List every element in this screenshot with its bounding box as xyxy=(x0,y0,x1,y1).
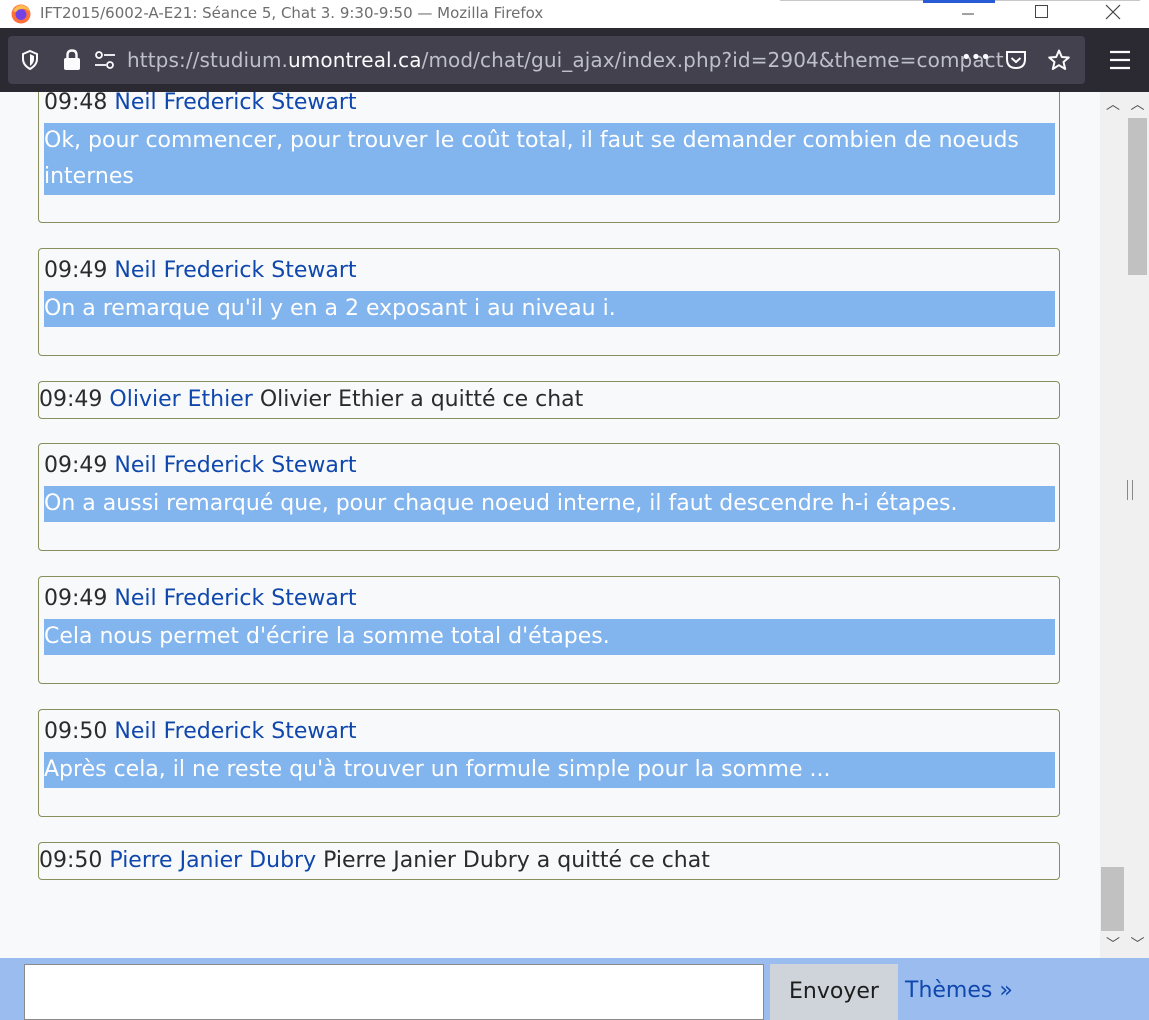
message-username[interactable]: Olivier Ethier xyxy=(109,387,252,412)
message-header: 09:49 Neil Frederick Stewart xyxy=(44,258,357,283)
send-button[interactable]: Envoyer xyxy=(770,964,898,1020)
scroll-down-arrow-icon[interactable]: ﹀ xyxy=(1100,934,1126,954)
page-scrollbar-thumb[interactable] xyxy=(1128,118,1147,275)
hamburger-menu-icon[interactable] xyxy=(1106,48,1134,72)
message-text: Cela nous permet d'écrire la somme total… xyxy=(44,619,1055,655)
url-bar[interactable]: https://studium.umontreal.ca/mod/chat/gu… xyxy=(8,36,1085,84)
scroll-up-arrow-icon[interactable]: ︿ xyxy=(1100,94,1126,114)
message-header: 09:49 Neil Frederick Stewart xyxy=(44,586,357,611)
message-text: Après cela, il ne reste qu'à trouver un … xyxy=(44,752,1055,788)
message-header: 09:48 Neil Frederick Stewart xyxy=(44,92,357,115)
message-text: On a aussi remarqué que, pour chaque noe… xyxy=(44,486,1055,522)
message-username[interactable]: Neil Frederick Stewart xyxy=(114,92,356,115)
url-domain: umontreal.ca xyxy=(288,48,422,72)
message-time: 09:49 xyxy=(44,586,108,611)
navigation-toolbar: https://studium.umontreal.ca/mod/chat/gu… xyxy=(0,28,1149,92)
message-username[interactable]: Pierre Janier Dubry xyxy=(109,848,316,873)
url-prefix: https://studium. xyxy=(127,48,288,72)
system-text: Pierre Janier Dubry a quitté ce chat xyxy=(323,848,710,873)
message-username[interactable]: Neil Frederick Stewart xyxy=(114,586,356,611)
permissions-icon[interactable] xyxy=(93,48,117,72)
message-input[interactable] xyxy=(24,964,764,1020)
message-username[interactable]: Neil Frederick Stewart xyxy=(114,258,356,283)
message-time: 09:49 xyxy=(44,258,108,283)
message-time: 09:50 xyxy=(39,848,103,873)
chat-message: 09:49 Neil Frederick Stewart On a remarq… xyxy=(38,248,1060,356)
chat-messages-area[interactable]: 09:48 Neil Frederick Stewart Ok, pour co… xyxy=(0,92,1100,958)
window-title-bar: IFT2015/6002-A-E21: Séance 5, Chat 3. 9:… xyxy=(0,0,1149,28)
themes-link[interactable]: Thèmes » xyxy=(905,978,1013,1003)
message-time: 09:49 xyxy=(39,387,103,412)
tracking-protection-shield-icon[interactable] xyxy=(18,48,42,72)
page-scroll-up-arrow-icon[interactable]: ︿ xyxy=(1126,94,1149,114)
chat-message: 09:48 Neil Frederick Stewart Ok, pour co… xyxy=(38,92,1060,223)
url-text[interactable]: https://studium.umontreal.ca/mod/chat/gu… xyxy=(127,48,1004,72)
message-time: 09:49 xyxy=(44,453,108,478)
system-message: 09:50 Pierre Janier Dubry Pierre Janier … xyxy=(38,842,1060,880)
chat-message: 09:49 Neil Frederick Stewart Cela nous p… xyxy=(38,576,1060,684)
message-username[interactable]: Neil Frederick Stewart xyxy=(114,719,356,744)
close-icon[interactable] xyxy=(1090,0,1136,28)
chat-message: 09:49 Neil Frederick Stewart On a aussi … xyxy=(38,443,1060,551)
message-text: On a remarque qu'il y en a 2 exposant i … xyxy=(44,291,1055,327)
firefox-logo-icon xyxy=(11,4,31,24)
system-text: Olivier Ethier a quitté ce chat xyxy=(259,387,584,412)
message-header: 09:50 Neil Frederick Stewart xyxy=(44,719,357,744)
message-time: 09:48 xyxy=(44,92,108,115)
message-username[interactable]: Neil Frederick Stewart xyxy=(114,453,356,478)
chat-scrollbar[interactable]: ︿ ﹀ xyxy=(1100,92,1126,958)
pocket-icon[interactable] xyxy=(1004,48,1028,72)
message-composer: Envoyer Thèmes » xyxy=(0,958,1149,1020)
chat-message: 09:50 Neil Frederick Stewart Après cela,… xyxy=(38,709,1060,817)
message-header: 09:49 Neil Frederick Stewart xyxy=(44,453,357,478)
page-actions-more-icon[interactable]: ••• xyxy=(961,47,991,68)
system-message: 09:49 Olivier Ethier Olivier Ethier a qu… xyxy=(38,381,1060,419)
message-time: 09:50 xyxy=(44,719,108,744)
window-title: IFT2015/6002-A-E21: Séance 5, Chat 3. 9:… xyxy=(40,4,544,22)
minimize-icon[interactable] xyxy=(945,0,991,28)
url-path: /mod/chat/gui_ajax/index.php?id=2904&the… xyxy=(421,48,1004,72)
maximize-icon[interactable] xyxy=(1018,0,1064,28)
chat-scrollbar-thumb[interactable] xyxy=(1101,867,1124,931)
frame-resize-grip[interactable] xyxy=(1127,480,1133,500)
message-text: Ok, pour commencer, pour trouver le coût… xyxy=(44,123,1055,195)
lock-icon[interactable] xyxy=(60,48,84,72)
page-scroll-down-arrow-icon[interactable]: ﹀ xyxy=(1126,934,1149,954)
bookmark-star-icon[interactable] xyxy=(1047,48,1071,72)
